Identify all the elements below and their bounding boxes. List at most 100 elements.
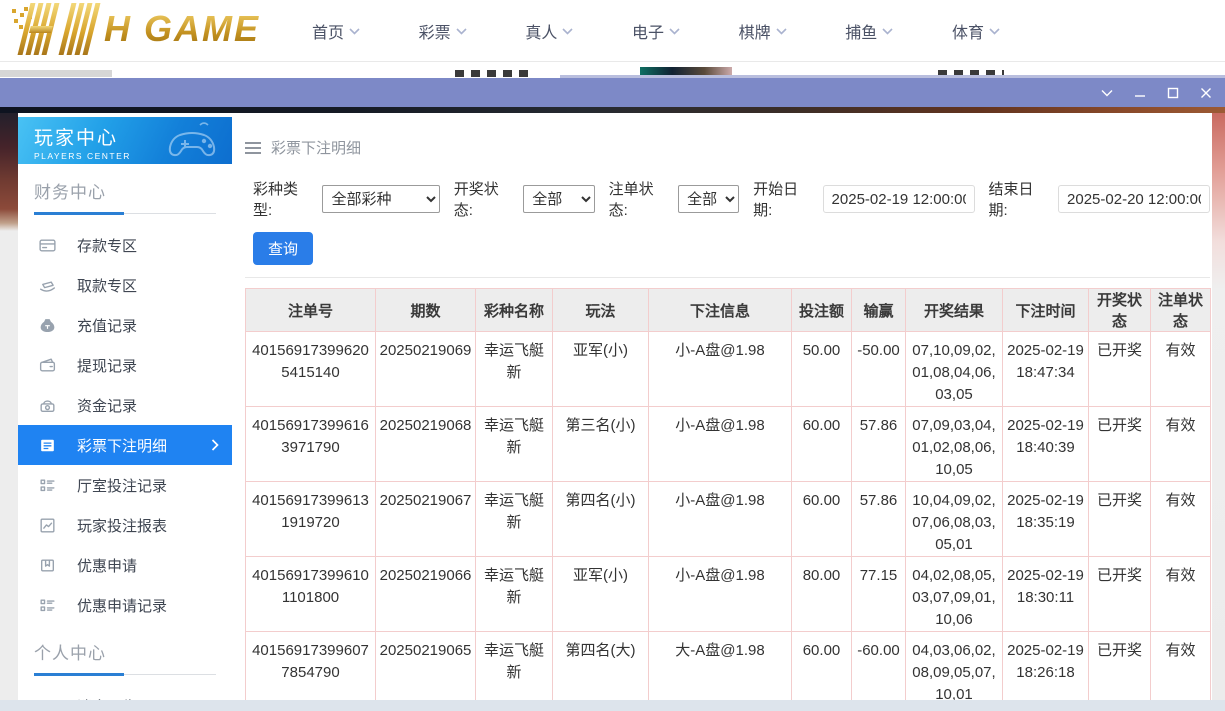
sidebar-section-finance: 财务中心 [34,178,216,215]
cell-draw-status: 已开奖 [1089,407,1151,482]
site-logo[interactable]: H GAME [10,3,260,55]
nav-item-fishing[interactable]: 捕鱼 [845,19,893,43]
sidebar-item-label: 厅室投注记录 [77,475,167,496]
col-draw-status: 开奖状态 [1089,289,1151,332]
sidebar-item-withdraw[interactable]: 取款专区 [18,265,232,305]
cell-period: 20250219068 [376,407,476,482]
cell-play-type: 亚军(小) [553,332,649,407]
maximize-icon[interactable] [1166,86,1180,100]
window-titlebar[interactable] [0,78,1225,107]
minimize-icon[interactable] [1133,86,1147,100]
filter-panel: 彩种类型: 全部彩种 开奖状态: 全部 注单状态: 全部 开始日期: 结束日期: [245,174,1210,278]
sidebar-item-announcements[interactable]: 消息公告 [18,686,232,700]
sidebar-item-funds-record[interactable]: 资金记录 [18,385,232,425]
sidebar-item-recharge-record[interactable]: 充值记录 [18,305,232,345]
cell-draw-status: 已开奖 [1089,557,1151,632]
cell-win-loss: 77.15 [852,557,906,632]
chevron-down-icon [989,28,1000,35]
nav-item-live[interactable]: 真人 [525,19,573,43]
cell-win-loss: -50.00 [852,332,906,407]
nav-label: 真人 [525,19,557,43]
end-date-input[interactable] [1058,185,1210,213]
cell-bet-amount: 60.00 [792,482,852,557]
sidebar-item-hall-bet-record[interactable]: 厅室投注记录 [18,465,232,505]
cell-lottery-name: 幸运飞艇新 [476,332,553,407]
cell-bet-amount: 50.00 [792,332,852,407]
order-status-select[interactable]: 全部 [678,185,739,213]
cell-draw-status: 已开奖 [1089,632,1151,701]
nav-item-lottery[interactable]: 彩票 [419,19,467,43]
table-row: 401569173996077854790 20250219065 幸运飞艇新 … [246,632,1211,701]
col-win-loss: 输赢 [852,289,906,332]
nav-item-board-games[interactable]: 棋牌 [739,19,787,43]
cell-play-type: 第四名(大) [553,632,649,701]
gamepad-icon [160,121,224,161]
cell-order-id: 401569173996077854790 [246,632,376,701]
cell-bet-time: 2025-02-19 18:35:19 [1003,482,1089,557]
chevron-right-icon [211,439,219,451]
sidebar-item-lottery-bet-detail[interactable]: 彩票下注明细 [18,425,232,465]
sidebar-item-promo-apply-record[interactable]: 优惠申请记录 [18,585,232,625]
menu-toggle-icon[interactable] [245,139,261,157]
sidebar-header: 玩家中心 PLAYERS CENTER [18,117,232,164]
col-lottery-name: 彩种名称 [476,289,553,332]
table-row: 401569173996163971790 20250219068 幸运飞艇新 … [246,407,1211,482]
col-bet-info: 下注信息 [649,289,792,332]
cell-period: 20250219067 [376,482,476,557]
page-bottom-strip [0,700,1225,711]
collapse-icon[interactable] [1100,86,1114,100]
sidebar-item-deposit[interactable]: 存款专区 [18,225,232,265]
main-content: 彩票下注明细 彩种类型: 全部彩种 开奖状态: 全部 注单状态: 全部 [232,113,1212,700]
cell-bet-info: 小-A盘@1.98 [649,557,792,632]
cell-order-status: 有效 [1151,407,1211,482]
sidebar-item-withdrawal-record[interactable]: 提现记录 [18,345,232,385]
order-status-label: 注单状态: [609,178,670,220]
chevron-down-icon [562,28,573,35]
draw-status-select[interactable]: 全部 [523,185,594,213]
lottery-type-select[interactable]: 全部彩种 [322,185,439,213]
coin-purse-icon [38,396,57,415]
table-row: 401569173996101101800 20250219066 幸运飞艇新 … [246,557,1211,632]
sidebar-item-player-bet-report[interactable]: 玩家投注报表 [18,505,232,545]
background-page-sliver [0,62,1225,78]
bell-icon [38,697,57,701]
col-draw-result: 开奖结果 [906,289,1003,332]
cell-win-loss: -60.00 [852,632,906,701]
nav-label: 彩票 [419,19,451,43]
cell-win-loss: 57.86 [852,482,906,557]
main-nav: 首页 彩票 真人 电子 棋牌 捕鱼 体育 [312,0,1000,62]
nav-label: 首页 [312,19,344,43]
list-icon [38,476,57,495]
section-underline [34,673,216,676]
nav-item-slots[interactable]: 电子 [632,19,680,43]
cell-order-id: 401569173996205415140 [246,332,376,407]
nav-label: 电子 [632,19,664,43]
nav-label: 棋牌 [739,19,771,43]
cell-bet-info: 小-A盘@1.98 [649,482,792,557]
nav-item-sports[interactable]: 体育 [952,19,1000,43]
chevron-down-icon [882,28,893,35]
sidebar-item-label: 提现记录 [77,355,137,376]
sidebar-item-promo-apply[interactable]: 优惠申请 [18,545,232,585]
sidebar-item-label: 消息公告 [77,696,137,701]
cell-order-id: 401569173996163971790 [246,407,376,482]
background-fragment [455,70,535,77]
cell-bet-time: 2025-02-19 18:26:18 [1003,632,1089,701]
nav-item-home[interactable]: 首页 [312,19,360,43]
nav-label: 体育 [952,19,984,43]
close-icon[interactable] [1199,86,1213,100]
cell-draw-status: 已开奖 [1089,482,1151,557]
cell-order-status: 有效 [1151,557,1211,632]
chart-icon [38,516,57,535]
money-bag-icon [38,316,57,335]
start-date-input[interactable] [823,185,975,213]
sidebar-item-label: 优惠申请记录 [77,595,167,616]
chevron-down-icon [669,28,680,35]
cell-bet-amount: 60.00 [792,407,852,482]
search-button[interactable]: 查询 [253,232,313,265]
table-header-row: 注单号 期数 彩种名称 玩法 下注信息 投注额 输赢 开奖结果 下注时间 开奖状… [246,289,1211,332]
sidebar-item-label: 取款专区 [77,275,137,296]
cell-bet-amount: 60.00 [792,632,852,701]
sidebar-item-label: 资金记录 [77,395,137,416]
cell-bet-info: 小-A盘@1.98 [649,332,792,407]
